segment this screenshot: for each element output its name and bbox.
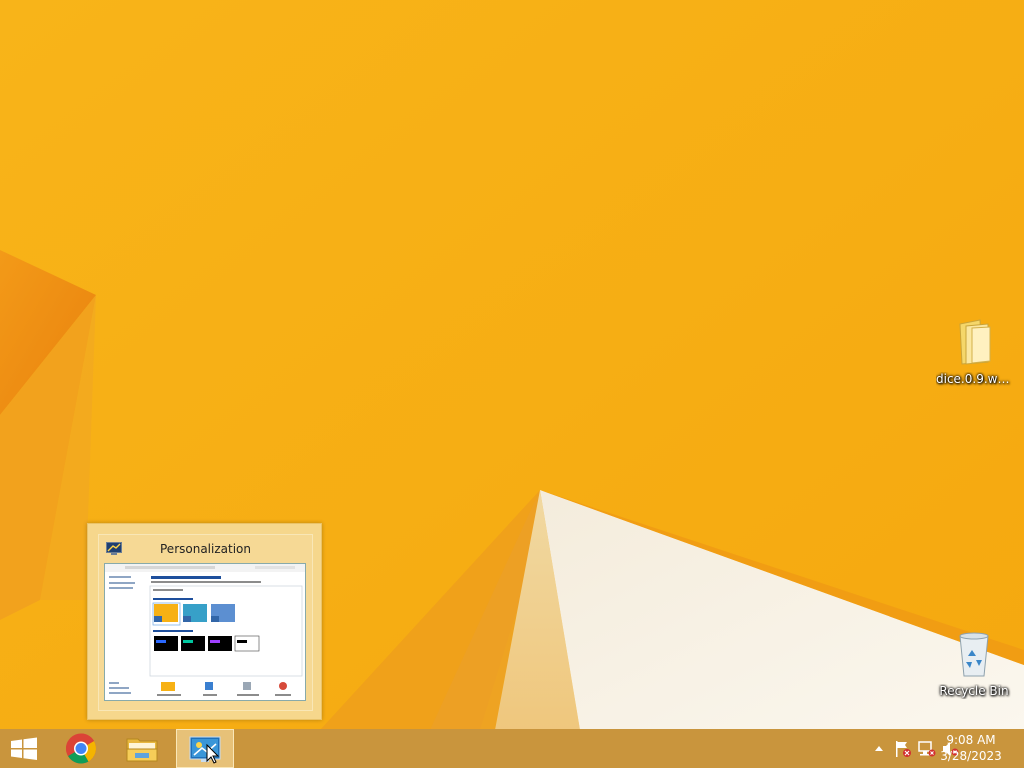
- clock-date: 3/28/2023: [940, 749, 1002, 763]
- folder-explorer-icon: [126, 738, 158, 762]
- folder-icon: [959, 319, 991, 365]
- desktop-icon-label: dice.0.9.wi...: [936, 372, 1012, 386]
- taskbar: 9:08 AM 3/28/2023: [0, 729, 1024, 768]
- show-hidden-icons-chevron[interactable]: [874, 740, 884, 756]
- network-icon[interactable]: [918, 740, 936, 758]
- system-tray: 9:08 AM 3/28/2023: [844, 729, 1024, 768]
- desktop-icon-dice-folder[interactable]: dice.0.9.wi...: [936, 318, 1012, 387]
- personalization-icon: [189, 736, 221, 764]
- taskbar-clock[interactable]: 9:08 AM 3/28/2023: [936, 732, 1006, 764]
- taskbar-personalization-button[interactable]: [176, 729, 234, 768]
- action-center-flag-icon[interactable]: [894, 740, 912, 758]
- desktop-icon-label: Recycle Bin: [939, 684, 1009, 698]
- taskbar-file-explorer-button[interactable]: [118, 729, 166, 768]
- windows-logo-icon: [11, 737, 37, 760]
- recycle-bin-icon: [959, 632, 989, 677]
- clock-time: 9:08 AM: [946, 733, 996, 747]
- thumbnail-title: Personalization: [160, 542, 251, 556]
- desktop[interactable]: dice.0.9.wi... Recycle Bin Personalizati…: [0, 0, 1024, 768]
- taskbar-chrome-button[interactable]: [57, 729, 105, 768]
- start-button[interactable]: [0, 729, 48, 768]
- thumbnail-window-content: [104, 563, 306, 701]
- thumbnail-snapshot: [105, 564, 305, 700]
- chrome-icon: [65, 733, 97, 764]
- taskbar-thumbnail-preview[interactable]: Personalization: [87, 523, 322, 720]
- desktop-icon-recycle-bin[interactable]: Recycle Bin: [936, 630, 1012, 699]
- thumbnail-frame: Personalization: [98, 534, 313, 711]
